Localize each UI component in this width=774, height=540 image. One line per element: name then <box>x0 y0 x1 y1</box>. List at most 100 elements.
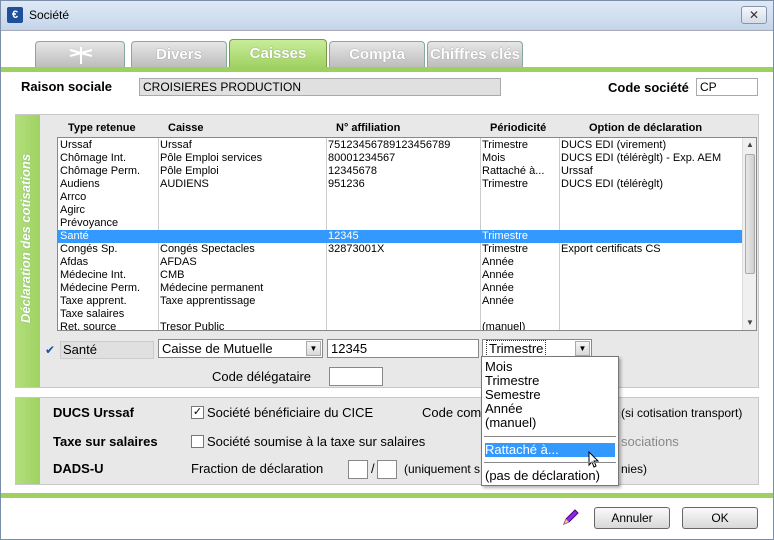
cell-period: Année <box>482 295 514 307</box>
cice-checkbox[interactable]: ✓ <box>191 406 204 419</box>
cell-type: Médecine Perm. <box>60 282 141 294</box>
cell-affil: 12345 <box>328 230 359 242</box>
close-button[interactable]: ✕ <box>741 6 767 24</box>
fraction-numerator-input[interactable] <box>348 460 368 479</box>
col-header-affiliation: N° affiliation <box>336 122 401 134</box>
cell-type: Congés Sp. <box>60 243 118 255</box>
cell-type: Audiens <box>60 178 100 190</box>
app-icon: € <box>7 7 23 23</box>
table-row[interactable]: Afdas AFDAS Année <box>58 256 742 269</box>
ducs-urssaf-label: DUCS Urssaf <box>53 405 134 420</box>
chevron-down-icon[interactable]: ▼ <box>306 341 321 356</box>
societe-window: € Société ✕ Divers Caisses Compta Chiffr… <box>0 0 774 540</box>
cell-option: DUCS EDI (télérèglt) <box>561 178 664 190</box>
code-delegataire-label: Code délégataire <box>212 369 312 384</box>
table-row[interactable]: Ret. source Tresor Public (manuel) <box>58 321 742 331</box>
scroll-thumb[interactable] <box>745 154 755 274</box>
cell-type: Chômage Perm. <box>60 165 141 177</box>
associations-label: sociations <box>621 434 679 449</box>
cell-affil: 12345678 <box>328 165 377 177</box>
raison-sociale-field[interactable]: CROISIERES PRODUCTION <box>139 78 501 96</box>
cell-type: Afdas <box>60 256 89 268</box>
cell-caisse: CMB <box>160 269 185 281</box>
cell-type: Chômage Int. <box>60 152 127 164</box>
cell-type: Santé <box>60 230 89 242</box>
tab-caisses[interactable]: Caisses <box>229 39 327 69</box>
dropdown-option[interactable]: (pas de déclaration) <box>485 469 615 483</box>
code-delegataire-input[interactable] <box>329 367 383 386</box>
dropdown-option[interactable]: Trimestre <box>485 374 615 388</box>
cell-caisse: Pôle Emploi <box>160 165 219 177</box>
table-row[interactable]: Taxe salaires <box>58 308 742 321</box>
col-header-caisse: Caisse <box>168 122 204 134</box>
dropdown-option[interactable]: (manuel) <box>485 416 615 430</box>
fraction-separator: / <box>371 461 375 476</box>
cice-label: Société bénéficiaire du CICE <box>207 405 374 420</box>
dragonfly-icon <box>69 47 93 64</box>
cell-affil: 80001234567 <box>328 152 396 164</box>
cell-period: (manuel) <box>482 321 526 331</box>
scroll-up-icon[interactable]: ▲ <box>743 138 756 152</box>
cell-period: Année <box>482 256 514 268</box>
caisse-select[interactable]: Caisse de Mutuelle ▼ <box>158 339 323 358</box>
code-societe-field[interactable]: CP <box>696 78 758 96</box>
declaration-vertical-tab: Déclaration des cotisations <box>16 115 40 387</box>
table-row[interactable]: Prévoyance <box>58 217 742 230</box>
table-row[interactable]: Chômage Perm. Pôle Emploi 12345678 Rattaché… <box>58 165 742 178</box>
tab-bar: Divers Caisses Compta Chiffres clés <box>1 31 773 69</box>
tab-divers[interactable]: Divers <box>131 41 227 67</box>
code-societe-label: Code société <box>608 80 689 95</box>
cell-period: Trimestre <box>482 139 529 151</box>
fraction-denominator-input[interactable] <box>377 460 397 479</box>
grid-scrollbar[interactable]: ▲ ▼ <box>742 138 756 330</box>
declaration-vertical-title: Déclaration des cotisations <box>18 153 33 323</box>
table-row[interactable]: Chômage Int. Pôle Emploi services 80001234… <box>58 152 742 165</box>
table-row[interactable]: Arrco <box>58 191 742 204</box>
table-row[interactable]: Audiens AUDIENS 951236 Trimestre DUCS EDI (t… <box>58 178 742 191</box>
table-row[interactable]: Urssaf Urssaf 75123456789123456789 Trimestr… <box>58 139 742 152</box>
cell-type: Taxe salaires <box>60 308 125 320</box>
cell-type: Agirc <box>60 204 86 216</box>
dropdown-option[interactable]: Semestre <box>485 388 615 402</box>
cell-caisse: Médecine permanent <box>160 282 264 294</box>
raison-sociale-label: Raison sociale <box>21 79 113 94</box>
transport-note: (si cotisation transport) <box>621 406 743 420</box>
table-row[interactable]: Santé 12345 Trimestre <box>58 230 742 243</box>
table-row[interactable]: Médecine Perm. Médecine permanent Année <box>58 282 742 295</box>
dropdown-option[interactable]: Mois <box>485 360 615 374</box>
col-header-periodicite: Périodicité <box>490 122 547 134</box>
table-row[interactable]: Médecine Int. CMB Année <box>58 269 742 282</box>
dads-u-label: DADS-U <box>53 461 104 476</box>
other-vertical-tab <box>16 398 40 484</box>
scroll-down-icon[interactable]: ▼ <box>743 316 756 330</box>
periodicite-dropdown[interactable]: Mois Trimestre Semestre Année (manuel) R… <box>481 356 619 486</box>
ok-button[interactable]: OK <box>682 507 758 529</box>
cell-caisse: Taxe apprentissage <box>160 295 256 307</box>
chevron-down-icon[interactable]: ▼ <box>575 341 590 356</box>
cell-option: Export certificats CS <box>561 243 661 255</box>
cancel-button[interactable]: Annuler <box>594 507 670 529</box>
tab-logo[interactable] <box>35 41 125 67</box>
row-check-icon: ✔ <box>45 343 56 357</box>
tab-compta[interactable]: Compta <box>329 41 425 67</box>
affiliation-input[interactable]: 12345 <box>327 339 479 358</box>
cell-type: Taxe apprent. <box>60 295 127 307</box>
table-row[interactable]: Congés Sp. Congés Spectacles 32873001X Trim… <box>58 243 742 256</box>
cell-period: Année <box>482 269 514 281</box>
table-row[interactable]: Taxe apprent. Taxe apprentissage Année <box>58 295 742 308</box>
dropdown-separator <box>484 462 616 463</box>
cell-option: Urssaf <box>561 165 593 177</box>
declaration-grid[interactable]: Urssaf Urssaf 75123456789123456789 Trimestr… <box>57 137 757 331</box>
dropdown-option[interactable]: Année <box>485 402 615 416</box>
table-row[interactable]: Agirc <box>58 204 742 217</box>
mouse-cursor-icon <box>586 450 600 469</box>
cell-affil: 951236 <box>328 178 365 190</box>
cell-type: Arrco <box>60 191 87 203</box>
caisse-select-value: Caisse de Mutuelle <box>162 341 273 356</box>
taxe-checkbox[interactable] <box>191 435 204 448</box>
cell-caisse: Tresor Public <box>160 321 225 331</box>
pen-icon[interactable] <box>561 507 581 527</box>
tab-chiffres-cles[interactable]: Chiffres clés <box>427 41 523 67</box>
cell-type: Ret. source <box>60 321 117 331</box>
edit-type-retenue: Santé <box>60 341 154 359</box>
